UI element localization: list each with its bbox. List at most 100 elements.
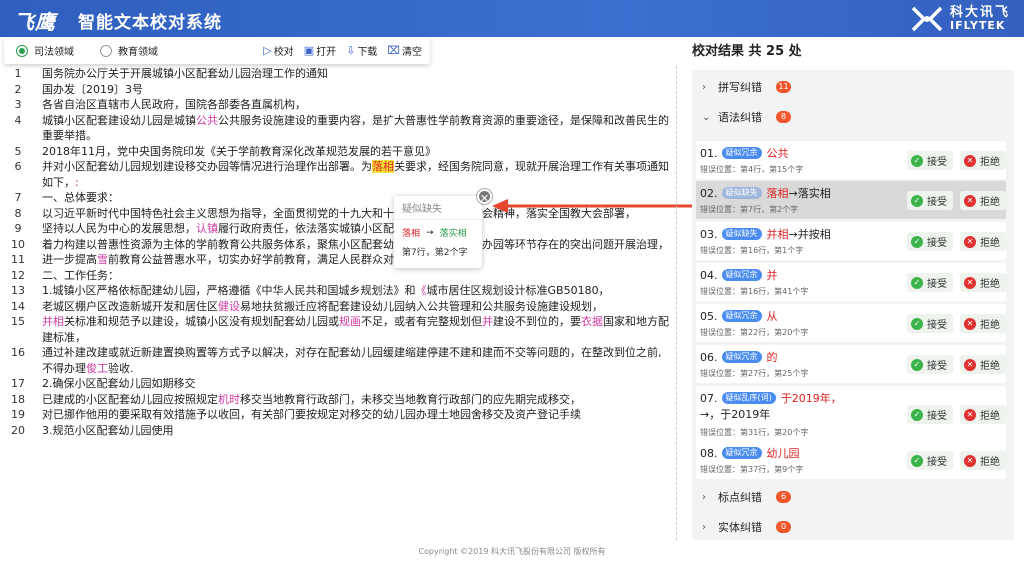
document-line: 1 国务院办公厅关于开展城镇小区配套幼儿园治理工作的通知 (8, 66, 676, 82)
result-position: 错误位置：第16行，第41个字 (700, 287, 809, 296)
document-line: 9 坚持以人民为中心的发展思想，认镇履行政府责任，依法落实城镇小区配套幼儿园 (8, 221, 676, 237)
line-text: 各省自治区直辖市人民政府，国院各部委各直属机构， (42, 98, 306, 111)
brand-name-en: IFLYTEK (949, 18, 1006, 32)
result-item[interactable]: 08. 疑似冗余 幼儿园 错误位置：第37行，第9个字 ✓ 接受 ✕ 拒绝 (696, 441, 1006, 479)
result-number: 02. (700, 186, 718, 200)
result-wrong-text: 落相 (766, 187, 789, 200)
line-number: 8 (14, 206, 22, 220)
close-icon: ✕ (964, 235, 976, 248)
result-position: 错误位置：第4行，第15个字 (700, 165, 804, 174)
reject-label: 拒绝 (980, 197, 1000, 208)
document-line: 14 老城区棚户区改造新城开发和居住区健设易地扶贫搬迁应将配套建设幼儿园纳入公共管… (8, 299, 676, 315)
document-line: 4 城镇小区配套建设幼儿园是城镇公共公共服务设施建设的重要内容，是扩大普惠性学前教… (8, 113, 676, 144)
line-text: 进一步提高雪前教育公益普惠水平，切实办好学前教育，满足人民群众对幼有所育的期盼。 (42, 253, 482, 266)
accept-button[interactable]: ✓ 接受 (907, 191, 953, 210)
line-number: 17 (11, 377, 25, 390)
section-spelling[interactable]: › 拼写纠错 11 (692, 72, 791, 102)
result-wrong-text: 公共 (766, 147, 789, 160)
domain-radio-education[interactable]: 教育领域 (100, 43, 158, 58)
reject-label: 拒绝 (980, 157, 1000, 168)
accept-button[interactable]: ✓ 接受 (907, 451, 953, 470)
close-icon: ✕ (964, 154, 976, 167)
radio-dot-icon (16, 44, 28, 57)
reject-button[interactable]: ✕ 拒绝 (960, 191, 1006, 210)
popup-close-icon[interactable]: ✕ (477, 189, 492, 205)
section-grammar[interactable]: ⌄ 语法纠错 8 (692, 102, 791, 132)
line-number: 10 (11, 237, 25, 251)
reject-label: 拒绝 (980, 238, 1000, 249)
document-editor[interactable]: 1 国务院办公厅关于开展城镇小区配套幼儿园治理工作的通知 2 国办发〔2019〕3号 3… (8, 66, 676, 438)
reject-button[interactable]: ✕ 拒绝 (960, 232, 1006, 251)
document-line: 20 3.规范小区配套幼儿园使用 (8, 423, 676, 439)
result-item[interactable]: 04. 疑似冗余并错误位置：第16行，第41个字 ✓ 接受 ✕ 拒绝 (696, 263, 1006, 301)
result-wrong-text: 于2019年， (780, 392, 842, 405)
result-position: 错误位置：第16行，第1个字 (700, 246, 804, 255)
check-icon: ✓ (911, 408, 923, 421)
popup-title: 疑似缺失 (394, 196, 482, 220)
error-type-tag: 疑似冗余 (721, 351, 762, 363)
reject-button[interactable]: ✕ 拒绝 (960, 355, 1006, 374)
result-wrong-text: 的 (766, 351, 778, 364)
document-line: 2 国办发〔2019〕3号 (8, 82, 676, 98)
error-type-tag: 疑似乱序(词) (721, 392, 776, 404)
reject-button[interactable]: ✕ 拒绝 (960, 151, 1006, 170)
reject-button[interactable]: ✕ 拒绝 (960, 405, 1006, 424)
chevron-down-icon: ⌄ (702, 111, 711, 123)
open-button[interactable]: ▣ 打开 (304, 43, 336, 58)
brand-name-cn: 科大讯飞 (949, 4, 1010, 20)
callout-arrow-icon (492, 199, 692, 213)
error-type-tag: 疑似冗余 (721, 447, 762, 459)
accept-label: 接受 (927, 361, 947, 372)
document-line: 10 着力构建以普惠性资源为主体的学前教育公共服务体系，聚焦小区配套幼儿园规划建设… (8, 237, 676, 253)
radio-dot-icon (100, 44, 112, 57)
close-icon: ✕ (964, 358, 976, 371)
clear-button[interactable]: ⌧ 清空 (387, 43, 422, 58)
close-icon: ✕ (964, 408, 976, 421)
popup-wrong-text: 落相 (402, 229, 421, 239)
section-punctuation[interactable]: › 标点纠错 6 (692, 482, 791, 512)
download-button[interactable]: ⇩ 下载 (346, 43, 377, 58)
reject-button[interactable]: ✕ 拒绝 (960, 314, 1006, 333)
accept-button[interactable]: ✓ 接受 (907, 355, 953, 374)
result-item[interactable]: 05. 疑似冗余从错误位置：第22行，第20个字 ✓ 接受 ✕ 拒绝 (696, 304, 1006, 342)
result-position: 错误位置：第27行，第25个字 (700, 369, 809, 378)
error-type-tag: 疑似缺失 (721, 187, 762, 199)
result-item[interactable]: 06. 疑似冗余的错误位置：第27行，第25个字 ✓ 接受 ✕ 拒绝 (696, 345, 1006, 383)
result-item[interactable]: 02. 疑似缺失 落相 →落实相 错误位置：第7行，第2个字 ✓ 接受 ✕ 拒绝 (696, 181, 1006, 219)
accept-button[interactable]: ✓ 接受 (907, 405, 953, 424)
check-icon: ✓ (911, 154, 923, 167)
document-line: 12 二、工作任务： (8, 268, 676, 284)
domain-radio-label: 教育领域 (118, 47, 158, 58)
section-label: 标点纠错 (718, 491, 762, 504)
line-text: 国办发〔2019〕3号 (42, 82, 143, 96)
result-suggestion: →，于2019年 (700, 408, 771, 421)
proofread-button[interactable]: ▷ 校对 (263, 43, 293, 58)
accept-button[interactable]: ✓ 接受 (907, 273, 953, 292)
line-text: 对已挪作他用的要采取有效措施予以收回，有关部门要按规定对移交的幼儿园办理土地园舍… (42, 408, 581, 421)
line-text: 已建成的小区配套幼儿园应按照规定机时移交当地教育行政部门，未移交当地教育行政部门… (42, 392, 581, 406)
reject-label: 拒绝 (980, 411, 1000, 422)
accept-button[interactable]: ✓ 接受 (907, 232, 953, 251)
accept-button[interactable]: ✓ 接受 (907, 314, 953, 333)
result-item[interactable]: 03. 疑似缺失 并相 →并按相 错误位置：第16行，第1个字 ✓ 接受 ✕ 拒绝 (696, 222, 1006, 260)
accept-button[interactable]: ✓ 接受 (907, 151, 953, 170)
brand-logo: 科大讯飞 IFLYTEK (910, 3, 1010, 34)
reject-button[interactable]: ✕ 拒绝 (960, 273, 1006, 292)
line-text: 老城区棚户区改造新城开发和居住区健设易地扶贫搬迁应将配套建设幼儿园纳入公共管理和… (42, 299, 603, 313)
open-label: 打开 (316, 47, 337, 58)
line-number: 18 (11, 392, 25, 406)
reject-button[interactable]: ✕ 拒绝 (960, 451, 1006, 470)
count-badge: 0 (776, 521, 791, 533)
section-entity[interactable]: › 实体纠错 0 (692, 512, 791, 540)
accept-label: 接受 (927, 197, 947, 208)
result-position: 错误位置：第22行，第20个字 (700, 328, 809, 337)
domain-radio-judicial[interactable]: 司法领域 (16, 43, 74, 58)
result-item[interactable]: 07. 疑似乱序(词) 于2019年， →，于2019年 错误位置：第31行，第20个字… (696, 386, 1006, 442)
iflytek-x-icon (911, 6, 943, 31)
error-type-tag: 疑似缺失 (721, 228, 762, 240)
reject-label: 拒绝 (980, 457, 1000, 468)
result-item[interactable]: 01. 疑似冗余 公共 错误位置：第4行，第15个字 ✓ 接受 ✕ 拒绝 (696, 141, 1006, 179)
top-bar: 飞鹰 智能文本校对系统 科大讯飞 IFLYTEK (0, 0, 1024, 37)
toolbar: 司法领域 教育领域 ▷ 校对 ▣ 打开 ⇩ 下载 ⌧ 清空 (4, 37, 430, 64)
document-line: 15 并相关标准和规范予以建设，城镇小区没有规划配套幼儿园或规画不足，或者有完整规… (8, 314, 676, 345)
